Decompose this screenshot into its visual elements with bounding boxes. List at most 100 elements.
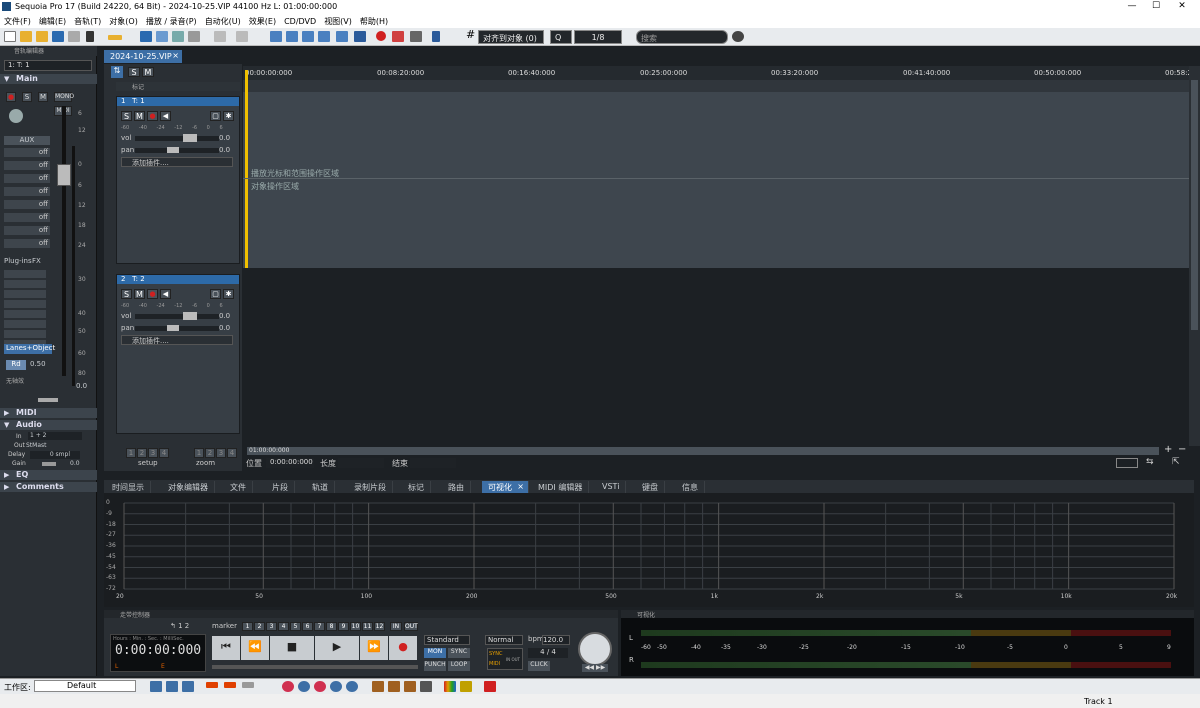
plugin-slot-7[interactable] [4, 330, 46, 338]
crossfade-icon[interactable] [336, 31, 348, 42]
track-select[interactable]: 1: T: 1 [4, 60, 92, 71]
tool-f-icon[interactable] [484, 681, 496, 692]
setup-2-button[interactable]: 2 [137, 448, 147, 458]
pan-slider[interactable] [38, 398, 58, 402]
plugin-slot-2[interactable] [4, 280, 46, 288]
stop-square-icon[interactable] [354, 31, 366, 42]
empty-lane-area[interactable] [243, 268, 1189, 446]
fx-5-icon[interactable] [346, 681, 358, 692]
new-file-icon[interactable] [4, 31, 16, 42]
fx-3-icon[interactable] [314, 681, 326, 692]
tab-keyboard[interactable]: 键盘 [636, 481, 665, 493]
length-value[interactable] [338, 458, 384, 468]
out-button[interactable]: OUT [404, 622, 418, 631]
setup-3-button[interactable]: 3 [148, 448, 158, 458]
sync-button[interactable]: SYNC [448, 648, 470, 658]
input-select[interactable]: 1 + 2 [28, 432, 82, 440]
rewind-button[interactable]: ⏪ [241, 636, 269, 660]
track-2-fx-icon[interactable]: ✱ [223, 289, 234, 299]
snap-icon[interactable] [432, 31, 440, 42]
spectrum-icon[interactable] [444, 681, 456, 692]
solo-button[interactable]: S [22, 92, 32, 102]
marker-5-button[interactable]: 5 [290, 622, 301, 631]
track-2-speaker-icon[interactable]: ◀ [160, 289, 171, 299]
marker-6-button[interactable]: 6 [302, 622, 313, 631]
solo-all-button[interactable]: S [128, 67, 140, 77]
track-1-lock-icon[interactable]: ▢ [210, 111, 221, 121]
tab-vsti[interactable]: VSTi [596, 481, 627, 493]
position-value[interactable]: 0:00:00:000 [266, 458, 314, 468]
project-tab[interactable]: 2024-10-25.VIP × [104, 50, 182, 63]
lanes-object-button[interactable]: Lanes+Object [4, 344, 55, 354]
marker-3-button[interactable]: 3 [266, 622, 277, 631]
close-button[interactable]: ✕ [1176, 1, 1188, 11]
midi-section-header[interactable]: ▶ MIDI [0, 408, 97, 418]
audio-section-header[interactable]: ▼ Audio [0, 420, 97, 430]
menu-edit[interactable]: 编辑(E) [35, 14, 70, 27]
marker-2-button[interactable]: 2 [254, 622, 265, 631]
menu-track[interactable]: 音轨(T) [70, 14, 105, 27]
mute-button[interactable]: M [38, 92, 48, 102]
fx-4-icon[interactable] [330, 681, 342, 692]
shuttle-buttons[interactable]: ◀◀ ▶▶ [582, 664, 608, 672]
menu-playback[interactable]: 播放 / 录音(P) [142, 14, 201, 27]
rec-arm-button[interactable]: ● [6, 92, 16, 102]
record-button[interactable]: ● [389, 636, 417, 660]
main-section-header[interactable]: ▼ Main [0, 74, 97, 84]
tab-tracks[interactable]: 轨道 [306, 481, 335, 493]
volume-fader-handle[interactable] [57, 164, 71, 186]
punch-button[interactable]: PUNCH [424, 661, 446, 671]
tab-visualization[interactable]: 可视化 × [482, 481, 529, 493]
aux-send-6[interactable]: off [4, 213, 50, 222]
zoom-search-icon[interactable]: Q [550, 30, 572, 44]
track-mode-icon[interactable]: ⇅ [111, 66, 123, 78]
tab-files[interactable]: 文件 [224, 481, 253, 493]
save-as-icon[interactable] [68, 31, 80, 42]
menu-view[interactable]: 视图(V) [320, 14, 356, 27]
track-2-add-plugin[interactable]: 添加插件.... [121, 335, 233, 345]
track-1-pan-handle[interactable] [167, 147, 179, 153]
mouse-mode-icon[interactable] [140, 31, 152, 42]
cut-tool-icon[interactable] [156, 31, 168, 42]
pan-knob[interactable] [9, 109, 23, 123]
expand-icon[interactable]: ⇱ [1172, 457, 1180, 467]
tool-b-icon[interactable] [388, 681, 400, 692]
track-2-vol-handle[interactable] [183, 312, 197, 320]
tab-recorded-clips[interactable]: 录制片段 [348, 481, 393, 493]
track-1-header[interactable]: 1 T: 1 S M ● ◀ ▢ ✱ -60 -40 -24 -12 -6 0 … [116, 96, 240, 264]
search-input[interactable]: 搜索 [636, 30, 728, 44]
layout-3-icon[interactable] [182, 681, 194, 692]
loop-marker-icons[interactable]: ↰ 1 2 [170, 622, 189, 630]
time-display[interactable]: Hours : Min. : Sec. : MilliSec. 0:00:00:… [110, 634, 206, 672]
go-to-start-button[interactable]: ⏮ [212, 636, 240, 660]
layout-2-icon[interactable] [166, 681, 178, 692]
aux-send-4[interactable]: off [4, 187, 50, 196]
aux-send-7[interactable]: off [4, 226, 50, 235]
normal-select[interactable]: Normal [485, 635, 523, 645]
timeline-ruler[interactable]: 00:00:00:000 00:08:20:000 00:16:40:000 0… [243, 66, 1192, 80]
marker-12-button[interactable]: 12 [374, 622, 385, 631]
menu-automation[interactable]: 自动化(U) [201, 14, 245, 27]
marker-10-button[interactable]: 10 [350, 622, 361, 631]
zoom-3-button[interactable]: 3 [216, 448, 226, 458]
tab-time-display[interactable]: 时间显示 [106, 481, 151, 493]
tab-object-editor[interactable]: 对象编辑器 [162, 481, 215, 493]
marker-strip[interactable] [243, 80, 1189, 92]
open-folder-icon[interactable] [20, 31, 32, 42]
aux-send-8[interactable]: off [4, 239, 50, 248]
mon-button[interactable]: MON [424, 648, 446, 658]
track-1-vol-slider[interactable] [135, 136, 219, 141]
aux-send-2[interactable]: off [4, 161, 50, 170]
zoom-2-button[interactable]: 2 [205, 448, 215, 458]
tab-clips[interactable]: 片段 [266, 481, 295, 493]
tool-c-icon[interactable] [404, 681, 416, 692]
tab-routing[interactable]: 路由 [442, 481, 471, 493]
eq-section-header[interactable]: ▶ EQ [0, 470, 97, 480]
fit-view-icon[interactable] [1116, 458, 1138, 468]
zoom-in-icon[interactable]: + [1164, 444, 1172, 455]
stop-button[interactable]: ■ [270, 636, 314, 660]
undo-icon[interactable] [214, 31, 226, 42]
track-2-header[interactable]: 2 T: 2 S M ● ◀ ▢ ✱ -60 -40 -24 -12 -6 0 … [116, 274, 240, 434]
close-tab-icon[interactable]: × [172, 51, 179, 60]
click-button[interactable]: CLICK [528, 661, 550, 671]
